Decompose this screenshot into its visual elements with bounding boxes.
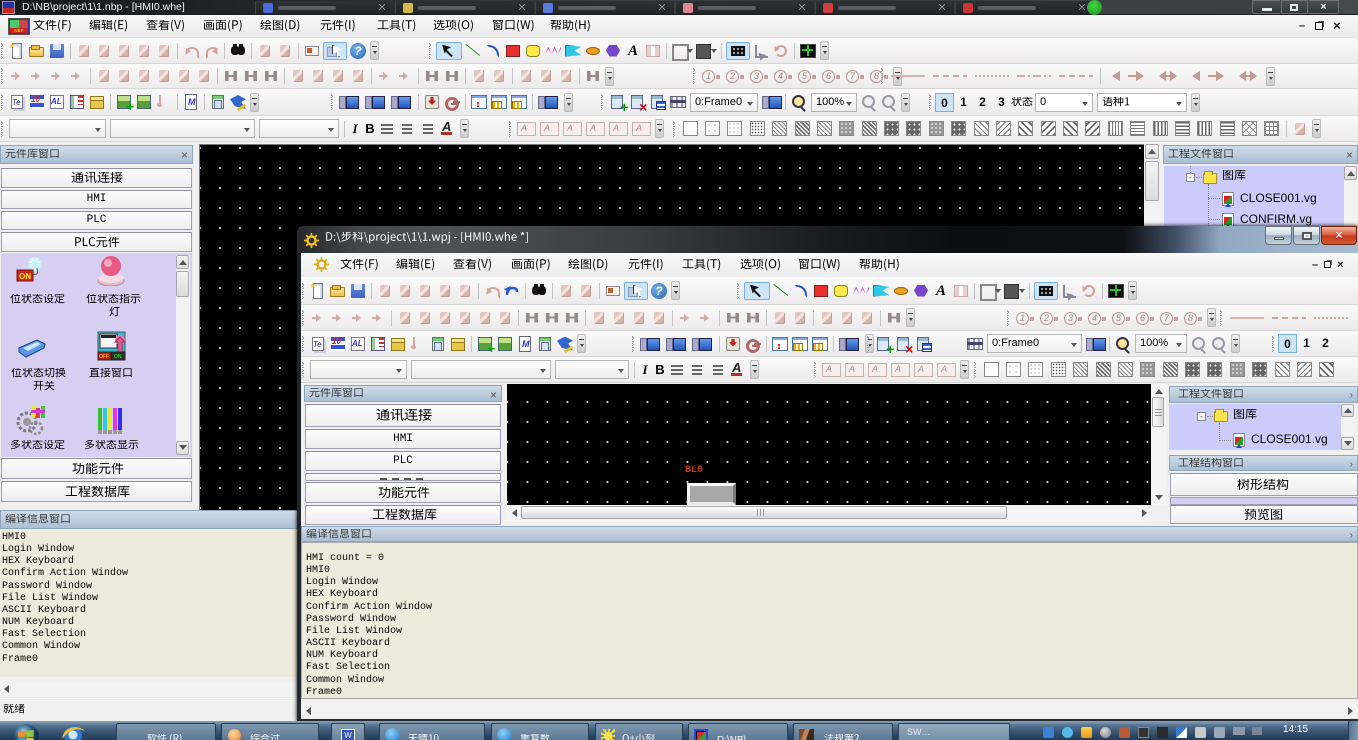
svg-text:ON: ON bbox=[19, 272, 31, 281]
svg-text:ON: ON bbox=[114, 354, 122, 360]
svg-text:OFF: OFF bbox=[99, 354, 109, 360]
